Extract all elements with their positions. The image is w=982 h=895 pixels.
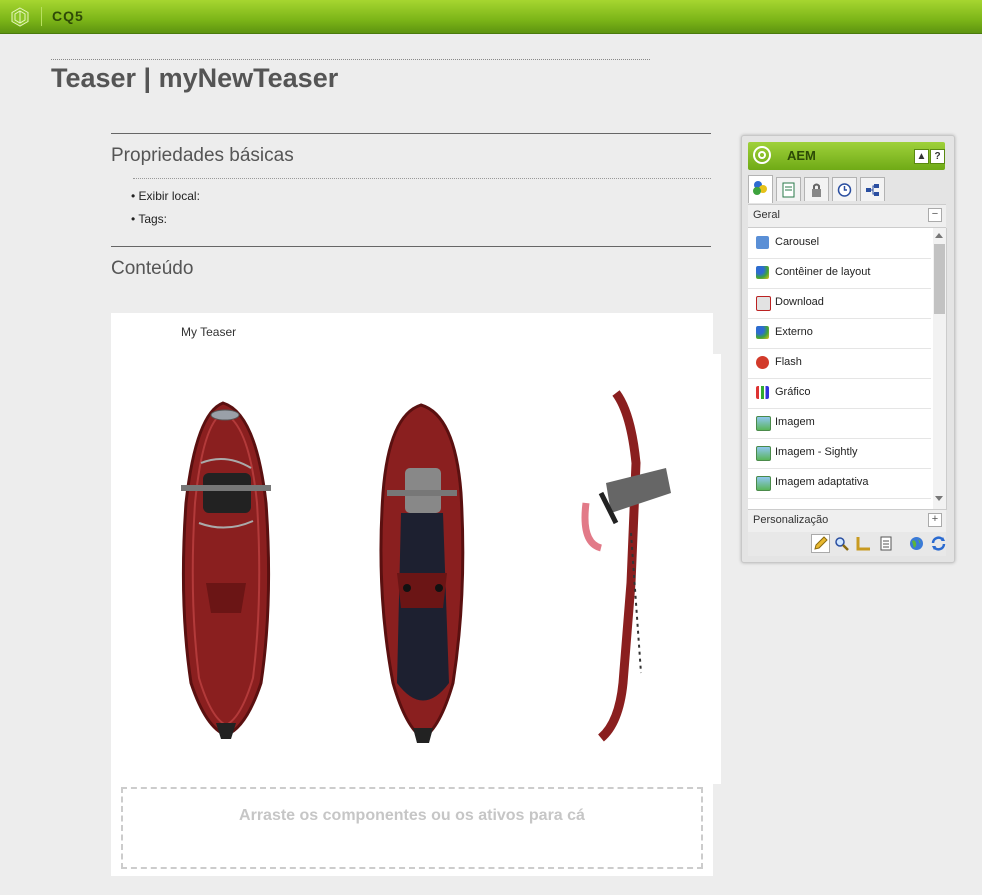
list-item[interactable]: Imagem adaptativa	[748, 468, 931, 499]
layout-container-icon	[756, 266, 769, 279]
teaser-image[interactable]	[161, 383, 731, 753]
refresh-button[interactable]	[930, 535, 947, 552]
snowshoe-front-image	[181, 401, 271, 739]
property-tags: • Tags:	[131, 212, 168, 226]
list-item-label: Flash	[775, 356, 802, 368]
globe-icon	[910, 537, 923, 550]
pencil-icon	[814, 536, 828, 550]
cq5-logo-icon[interactable]	[10, 7, 30, 27]
list-item-label: Externo	[775, 326, 813, 338]
scaffolding-button[interactable]	[877, 535, 894, 552]
basic-properties-heading: Propriedades básicas	[111, 145, 294, 166]
section-divider	[111, 133, 711, 134]
list-item[interactable]: Imagem	[748, 408, 931, 439]
group-geral[interactable]: Geral −	[748, 204, 946, 228]
scroll-up-icon[interactable]	[935, 233, 943, 238]
group-label: Geral	[753, 209, 780, 221]
property-display-location: • Exibir local:	[131, 189, 200, 203]
component-dropzone[interactable]: Arraste os componentes ou os ativos para…	[121, 787, 703, 869]
list-item-label: Imagem adaptativa	[775, 476, 869, 488]
scroll-down-icon[interactable]	[935, 496, 943, 501]
group-label: Personalização	[753, 514, 829, 526]
section-divider	[111, 246, 711, 247]
component-list: Carousel Contêiner de layout Download Ex…	[748, 228, 947, 510]
list-item-label: Imagem	[775, 416, 815, 428]
scroll-thumb[interactable]	[934, 244, 945, 314]
image-icon	[756, 446, 771, 461]
lock-icon	[812, 183, 821, 197]
help-button[interactable]: ?	[930, 149, 945, 164]
refresh-icon	[931, 536, 946, 551]
content-heading: Conteúdo	[111, 258, 194, 279]
property-label: Tags:	[138, 212, 168, 226]
dotted-divider	[133, 178, 711, 179]
publish-button[interactable]	[908, 535, 925, 552]
clock-icon	[837, 183, 852, 197]
magnifier-icon	[835, 537, 849, 551]
list-item-label: Contêiner de layout	[775, 266, 871, 278]
expand-group-icon[interactable]: +	[928, 513, 942, 527]
tab-lock[interactable]	[804, 177, 829, 201]
sidekick-tabs	[748, 175, 948, 203]
list-scrollbar[interactable]	[933, 228, 946, 510]
sidekick-footer	[748, 532, 946, 556]
workflow-icon	[866, 184, 879, 196]
document-icon	[880, 536, 892, 551]
preview-mode-button[interactable]	[833, 535, 850, 552]
title-divider	[51, 59, 650, 60]
list-item[interactable]: Imagem - Sightly	[748, 438, 931, 469]
chart-icon	[756, 386, 769, 399]
image-icon	[756, 476, 771, 491]
dropzone-text: Arraste os componentes ou os ativos para…	[239, 807, 585, 824]
snowshoe-side-image	[581, 390, 671, 742]
list-item-label: Download	[775, 296, 824, 308]
tab-workflow[interactable]	[860, 177, 885, 201]
group-personalizacao[interactable]: Personalização +	[748, 509, 946, 533]
tab-components[interactable]	[748, 175, 773, 203]
collapse-group-icon[interactable]: −	[928, 208, 942, 222]
aem-logo-icon	[753, 146, 771, 164]
list-item-label: Carousel	[775, 236, 820, 248]
list-item-label: Imagem - Sightly	[775, 446, 858, 458]
design-mode-button[interactable]	[855, 535, 872, 552]
property-label: Exibir local:	[138, 189, 200, 203]
collapse-button[interactable]: ▲	[914, 149, 929, 164]
teaser-title: My Teaser	[181, 325, 237, 339]
external-icon	[756, 326, 769, 339]
tab-versioning[interactable]	[832, 177, 857, 201]
download-icon	[756, 296, 771, 311]
teaser-component[interactable]: My Teaser Arraste os componentes ou os a…	[111, 313, 721, 876]
list-item[interactable]: Carousel	[748, 228, 931, 259]
list-item[interactable]: Contêiner de layout	[748, 258, 931, 289]
sidekick-header[interactable]: AEM ▲ ?	[748, 142, 945, 170]
edit-mode-button[interactable]	[811, 534, 830, 553]
list-item[interactable]: Gráfico	[748, 378, 931, 409]
ruler-icon	[856, 537, 870, 551]
flash-icon	[756, 356, 769, 369]
carousel-icon	[756, 236, 769, 249]
sidekick-panel[interactable]: AEM ▲ ? Geral − Carousel Contêiner de la…	[741, 135, 955, 563]
snowshoe-back-image	[379, 403, 465, 743]
components-icon	[753, 181, 767, 195]
page-icon	[782, 182, 795, 198]
list-item-label: Gráfico	[775, 386, 811, 398]
brand-label: CQ5	[52, 8, 84, 24]
list-item[interactable]: Externo	[748, 318, 931, 349]
topbar-divider	[41, 7, 42, 26]
sidekick-title: AEM	[787, 148, 816, 163]
page-title: Teaser | myNewTeaser	[51, 63, 339, 93]
image-icon	[756, 416, 771, 431]
top-bar: CQ5	[0, 0, 982, 34]
tab-page[interactable]	[776, 177, 801, 201]
list-item[interactable]: Download	[748, 288, 931, 319]
list-item[interactable]: Flash	[748, 348, 931, 379]
